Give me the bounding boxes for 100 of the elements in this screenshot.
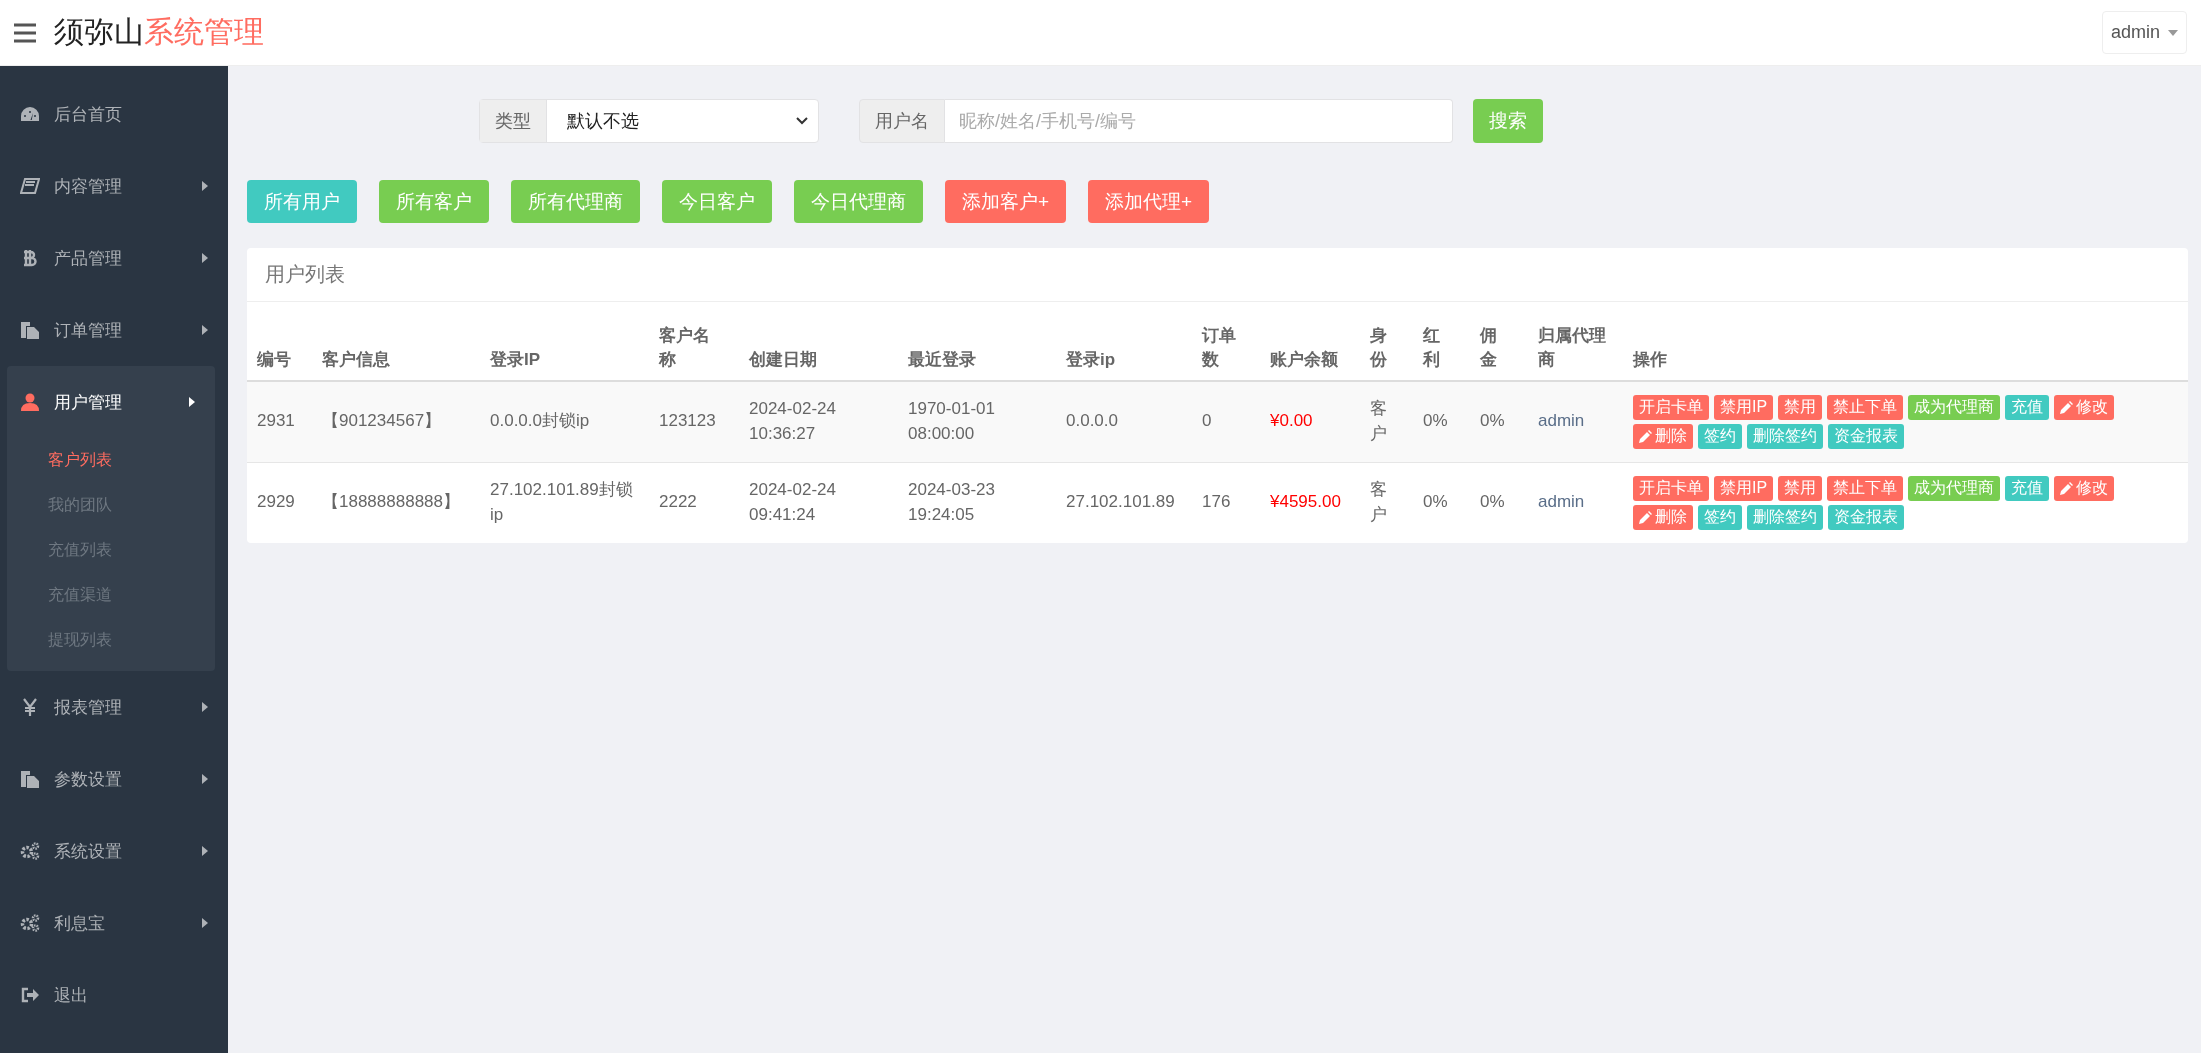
sidebar-label: 报表管理 (54, 696, 123, 719)
field-label: 用户名 (859, 99, 945, 143)
action-button[interactable]: 资金报表 (1828, 504, 1904, 530)
action-button[interactable]: 删除 (1633, 504, 1693, 530)
table-cell: 2222 (649, 462, 739, 543)
user-icon (20, 393, 40, 411)
action-button[interactable]: 修改 (2054, 475, 2115, 501)
submenu-item[interactable]: 提现列表 (7, 618, 215, 663)
filter-button[interactable]: 所有用户 (247, 180, 357, 223)
filter-button[interactable]: 今日代理商 (794, 180, 923, 223)
sidebar-item[interactable]: 系统设置 (0, 815, 228, 887)
sidebar-item[interactable]: 内容管理 (0, 150, 228, 222)
sidebar-item[interactable]: 退出 (0, 959, 228, 1031)
sidebar-label: 系统设置 (54, 840, 123, 863)
app-title: 须弥山 (54, 14, 144, 50)
book-icon (20, 177, 40, 195)
table-cell: 2931 (247, 381, 312, 462)
action-button[interactable]: 签约 (1698, 423, 1742, 449)
sidebar-label: 利息宝 (54, 912, 106, 935)
table-cell: 【901234567】 (312, 381, 480, 462)
action-button[interactable]: 充值 (2005, 475, 2050, 501)
sidebar-label: 后台首页 (54, 103, 123, 126)
action-button[interactable]: 开启卡单 (1633, 475, 1709, 501)
table-cell: 27.102.101.89 (1056, 462, 1192, 543)
table-cell: 0% (1470, 381, 1528, 462)
sidebar-label: 产品管理 (54, 247, 123, 270)
card-title: 用户列表 (247, 248, 2188, 302)
user-dropdown[interactable]: admin (2101, 11, 2187, 54)
action-button[interactable]: 开启卡单 (1633, 394, 1709, 420)
action-button[interactable]: 修改 (2054, 394, 2115, 420)
pencil-icon (2060, 400, 2074, 414)
sidebar-item[interactable]: 产品管理 (0, 222, 228, 294)
agent-link[interactable]: admin (1528, 462, 1623, 543)
action-button[interactable]: 删除 (1633, 423, 1693, 449)
filter-button[interactable]: 今日客户 (662, 180, 772, 223)
search-button[interactable]: 搜索 (1473, 99, 1543, 143)
action-button[interactable]: 禁用 (1778, 475, 1823, 501)
sidebar-item[interactable]: 订单管理 (0, 294, 228, 366)
table-cell: 0% (1413, 462, 1470, 543)
filter-button[interactable]: 所有客户 (379, 180, 489, 223)
filter-button[interactable]: 添加代理+ (1088, 180, 1210, 223)
action-button[interactable]: 禁止下单 (1827, 475, 1904, 501)
table-cell: 176 (1192, 462, 1260, 543)
action-button[interactable]: 成为代理商 (1908, 475, 2001, 501)
sidebar-item[interactable]: 后台首页 (0, 78, 228, 150)
sidebar-item[interactable]: 利息宝 (0, 887, 228, 959)
action-button[interactable]: 删除签约 (1747, 504, 1823, 530)
sidebar-item[interactable]: 报表管理 (0, 671, 228, 743)
pencil-icon (1639, 429, 1652, 443)
table-cell: ¥4595.00 (1260, 462, 1360, 543)
table-cell: ¥0.00 (1260, 381, 1360, 462)
field-label: 类型 (480, 100, 547, 142)
sidebar-label: 用户管理 (54, 391, 123, 414)
submenu-item[interactable]: 充值列表 (7, 528, 215, 573)
table-cell: 【18888888888】 (312, 462, 480, 543)
table-cell: 1970-01-01 08:00:00 (898, 381, 1056, 462)
pencil-icon (1639, 510, 1652, 524)
action-button[interactable]: 充值 (2005, 394, 2050, 420)
sign-out-icon (20, 986, 40, 1004)
action-button[interactable]: 禁用IP (1714, 394, 1774, 420)
table-cell: 客户 (1360, 462, 1413, 543)
table-cell: 0% (1413, 381, 1470, 462)
table-cell: 0.0.0.0 (1056, 381, 1192, 462)
table-cell: 2024-03-23 19:24:05 (898, 462, 1056, 543)
app-title-accent: 系统管理 (144, 14, 264, 50)
username-input[interactable]: 昵称/姓名/手机号/编号 (945, 99, 1453, 143)
action-button[interactable]: 删除签约 (1747, 423, 1823, 449)
agent-link[interactable]: admin (1528, 381, 1623, 462)
pencil-icon (2060, 481, 2074, 495)
table-cell: 123123 (649, 381, 739, 462)
sidebar-label: 退出 (54, 984, 89, 1007)
menu-icon[interactable] (14, 22, 36, 43)
action-button[interactable]: 成为代理商 (1908, 394, 2001, 420)
documents-icon (20, 321, 40, 339)
filter-button[interactable]: 所有代理商 (511, 180, 640, 223)
chevron-down-icon (796, 117, 808, 125)
sidebar-label: 参数设置 (54, 768, 123, 791)
action-button[interactable]: 禁用 (1778, 394, 1823, 420)
table-cell: 2024-02-24 09:41:24 (739, 462, 898, 543)
type-select[interactable]: 类型 默认不选 (479, 99, 819, 143)
sidebar-item[interactable]: 用户管理 (7, 366, 215, 438)
submenu-item[interactable]: 客户列表 (7, 438, 215, 483)
table-cell: 27.102.101.89封锁ip (480, 462, 649, 543)
select-value: 默认不选 (567, 110, 639, 133)
table-cell: 客户 (1360, 381, 1413, 462)
yen-icon (20, 698, 40, 716)
dashboard-icon (20, 105, 40, 123)
action-button[interactable]: 禁止下单 (1827, 394, 1904, 420)
caret-icon (2168, 29, 2178, 36)
table-cell: 2024-02-24 10:36:27 (739, 381, 898, 462)
table-cell: 0 (1192, 381, 1260, 462)
filter-button[interactable]: 添加客户+ (945, 180, 1067, 223)
table-cell: 2929 (247, 462, 312, 543)
action-button[interactable]: 签约 (1698, 504, 1742, 530)
action-button[interactable]: 资金报表 (1828, 423, 1904, 449)
table-cell: 0% (1470, 462, 1528, 543)
sidebar-item[interactable]: 参数设置 (0, 743, 228, 815)
action-button[interactable]: 禁用IP (1714, 475, 1774, 501)
sidebar-label: 内容管理 (54, 175, 123, 198)
submenu-item[interactable]: 我的团队 (7, 483, 215, 528)
